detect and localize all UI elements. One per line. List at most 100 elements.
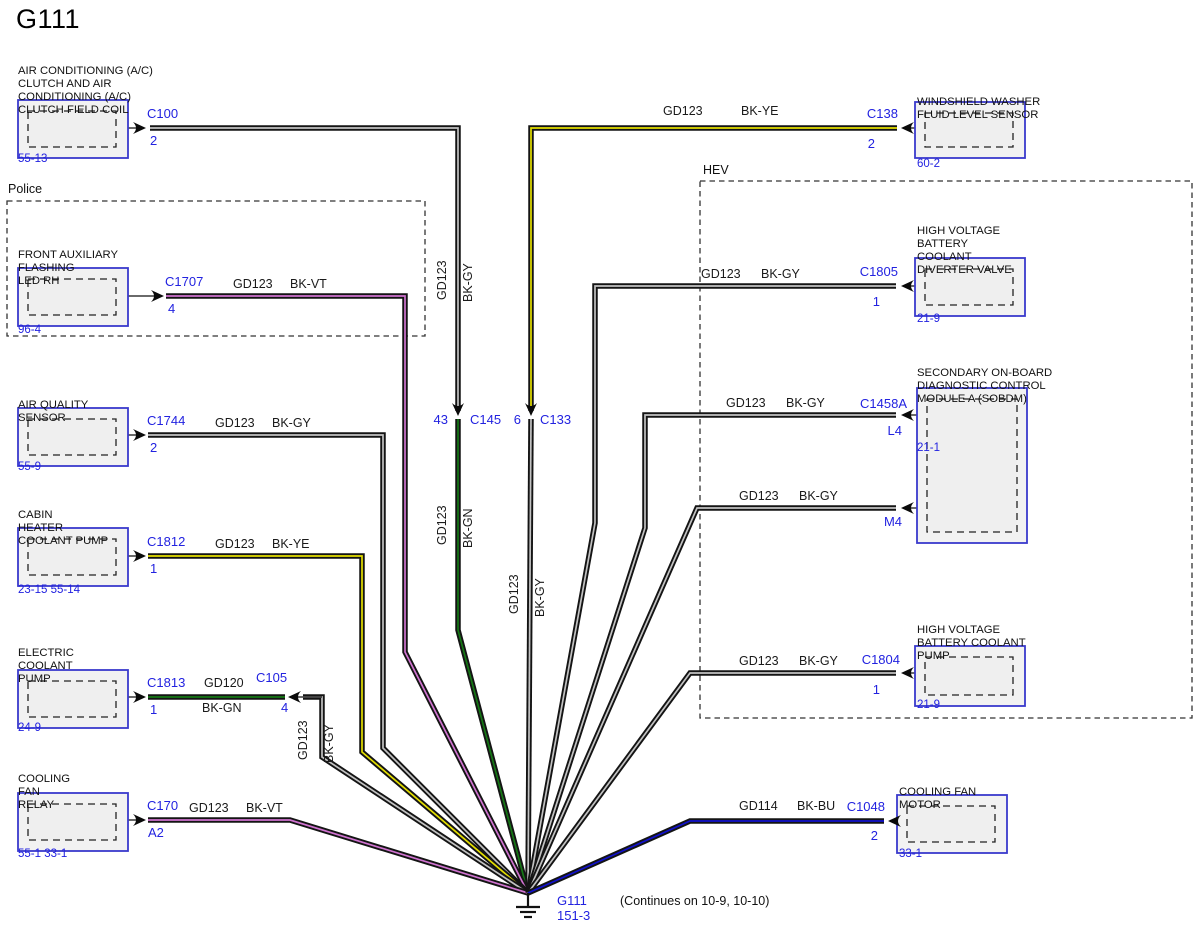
component-ac-clutch: AIR CONDITIONING (A/C) CLUTCH AND AIR CO… — [18, 29, 153, 184]
wire-circuit-label-vertical: GD123 — [435, 505, 449, 545]
connector-stub-lines — [116, 128, 929, 821]
page-ref-link[interactable]: 33-1 — [899, 848, 976, 861]
connector-label-c170[interactable]: C170 — [147, 798, 178, 813]
wire-circuit-label: GD123 — [233, 277, 273, 291]
connector-label-c1744[interactable]: C1744 — [147, 413, 185, 428]
page-ref-link[interactable]: 55-13 — [18, 153, 153, 166]
wire-color-label: BK-VT — [290, 277, 327, 291]
page-ref-link[interactable]: 21-9 — [917, 313, 1012, 326]
wire-circuit-label-vertical: GD123 — [435, 260, 449, 300]
component-cooling-fan-motor: COOLING FAN MOTOR 33-1 — [899, 750, 976, 879]
pin-label-c1707: 4 — [168, 301, 175, 316]
connector-label-c100[interactable]: C100 — [147, 106, 178, 121]
wire-circuit-label: GD114 — [739, 799, 778, 813]
wire-color-label: BK-YE — [272, 537, 310, 551]
component-name: FRONT AUXILIARY FLASHING LED RH — [18, 249, 118, 288]
page-ref-link[interactable]: 24-9 — [18, 722, 74, 735]
connector-label-c1805[interactable]: C1805 — [808, 264, 898, 279]
wire-color-label: BK-GY — [761, 267, 800, 281]
wire-color-label-vertical: BK-GY — [322, 724, 336, 763]
wire-circuit-label-vertical: GD123 — [296, 720, 310, 760]
component-cabin-heater-pump: CABIN HEATER COOLANT PUMP 23-15 55-14 — [18, 473, 108, 615]
wire-color-label: BK-GN — [202, 701, 242, 715]
page-ref-link[interactable]: 55-1 33-1 — [18, 848, 70, 861]
continues-note: (Continues on 10-9, 10-10) — [620, 894, 769, 908]
wire-circuit-label: GD120 — [204, 676, 244, 690]
wire-color-label-vertical: BK-GY — [461, 263, 475, 302]
wire-color-label: BK-VT — [246, 801, 283, 815]
wire-color-label: BK-GY — [786, 396, 825, 410]
component-hv-diverter-valve: HIGH VOLTAGE BATTERY COOLANT DIVERTER VA… — [917, 189, 1012, 344]
wire-circuit-label: GD123 — [663, 104, 703, 118]
wire-circuit-label: GD123 — [215, 416, 255, 430]
wire-circuit-label: GD123 — [739, 489, 779, 503]
police-group-label: Police — [8, 182, 42, 196]
wiring-diagram-page: G111 Police HEV AIR CONDITIONING (A/C) C… — [0, 0, 1200, 927]
wire-circuit-label-vertical: GD123 — [507, 574, 521, 614]
component-name: AIR QUALITY SENSOR — [18, 399, 88, 425]
component-name: HIGH VOLTAGE BATTERY COOLANT PUMP — [917, 624, 1026, 663]
pin-label-c1813: 1 — [150, 702, 157, 717]
hev-group-label: HEV — [703, 163, 729, 177]
pin-label-c133: 6 — [431, 412, 521, 427]
connector-label-c1812[interactable]: C1812 — [147, 534, 185, 549]
pin-label-c1744: 2 — [150, 440, 157, 455]
component-electric-coolant-pump: ELECTRIC COOLANT PUMP 24-9 — [18, 611, 74, 753]
pin-label-c170: A2 — [148, 825, 164, 840]
pin-label-c1048: 2 — [788, 828, 878, 843]
component-name: CABIN HEATER COOLANT PUMP — [18, 509, 108, 548]
component-name: HIGH VOLTAGE BATTERY COOLANT DIVERTER VA… — [917, 225, 1012, 277]
wire-circuit-label: GD123 — [215, 537, 255, 551]
pin-label-c1804: 1 — [790, 682, 880, 697]
connector-label-c133[interactable]: C133 — [540, 412, 571, 427]
wire-c1812-ground — [148, 556, 528, 893]
page-ref-link[interactable]: 21-1 — [917, 442, 1052, 455]
wire-color-label-vertical: BK-GY — [533, 578, 547, 617]
connector-label-c1813[interactable]: C1813 — [147, 675, 185, 690]
connector-label-c105[interactable]: C105 — [256, 670, 287, 685]
wire-color-label: BK-GY — [272, 416, 311, 430]
component-name: WINDSHIELD WASHER FLUID LEVEL SENSOR — [917, 96, 1040, 122]
page-ref-link[interactable]: 21-9 — [917, 699, 1026, 712]
component-name: SECONDARY ON-BOARD DIAGNOSTIC CONTROL MO… — [917, 367, 1052, 406]
pin-label-c1805: 1 — [790, 294, 880, 309]
wire-circuit-label: GD123 — [189, 801, 229, 815]
wire-color-label: BK-BU — [797, 799, 835, 813]
ground-symbol-icon — [516, 893, 540, 917]
component-washer-sensor: WINDSHIELD WASHER FLUID LEVEL SENSOR 60-… — [917, 60, 1040, 189]
ground-connector-label[interactable]: G111 — [557, 893, 587, 908]
page-ref-link[interactable]: 23-15 55-14 — [18, 584, 108, 597]
connector-label-c1707[interactable]: C1707 — [165, 274, 203, 289]
component-name: COOLING FAN RELAY — [18, 773, 70, 812]
page-ref-link[interactable]: 96-4 — [18, 324, 118, 337]
wire-c1744-ground — [148, 435, 528, 893]
connector-label-c138[interactable]: C138 — [808, 106, 898, 121]
component-name: AIR CONDITIONING (A/C) CLUTCH AND AIR CO… — [18, 65, 153, 117]
wire-c133-ground — [528, 419, 531, 893]
pin-label-c138: 2 — [785, 136, 875, 151]
component-cooling-fan-relay: COOLING FAN RELAY 55-1 33-1 — [18, 737, 70, 879]
wire-c1804-ground — [528, 673, 896, 893]
connector-label-c1458a[interactable]: C1458A — [817, 396, 907, 411]
wire-color-label: BK-GY — [799, 654, 838, 668]
pin-label-c100: 2 — [150, 133, 157, 148]
pin-label-c1812: 1 — [150, 561, 157, 576]
wire-circuit-label: GD123 — [701, 267, 741, 281]
wire-circuit-label: GD123 — [726, 396, 766, 410]
pin-label-m4: M4 — [812, 514, 902, 529]
wire-c100-c145 — [150, 128, 458, 411]
pin-label-c105: 4 — [281, 700, 288, 715]
component-name: COOLING FAN MOTOR — [899, 786, 976, 812]
wire-color-label-vertical: BK-GN — [461, 508, 475, 548]
wire-color-label: BK-YE — [741, 104, 779, 118]
wire-color-label: BK-GY — [799, 489, 838, 503]
pin-label-l4: L4 — [812, 423, 902, 438]
wire-circuit-label: GD123 — [739, 654, 779, 668]
component-name: ELECTRIC COOLANT PUMP — [18, 647, 74, 686]
component-sobdm: SECONDARY ON-BOARD DIAGNOSTIC CONTROL MO… — [917, 331, 1052, 473]
page-ref-link[interactable]: 60-2 — [917, 158, 1040, 171]
ground-page-ref-link[interactable]: 151-3 — [557, 908, 590, 923]
connector-arrow-icons — [133, 122, 914, 827]
component-led-rh: FRONT AUXILIARY FLASHING LED RH 96-4 — [18, 213, 118, 355]
component-hv-coolant-pump: HIGH VOLTAGE BATTERY COOLANT PUMP 21-9 — [917, 588, 1026, 730]
